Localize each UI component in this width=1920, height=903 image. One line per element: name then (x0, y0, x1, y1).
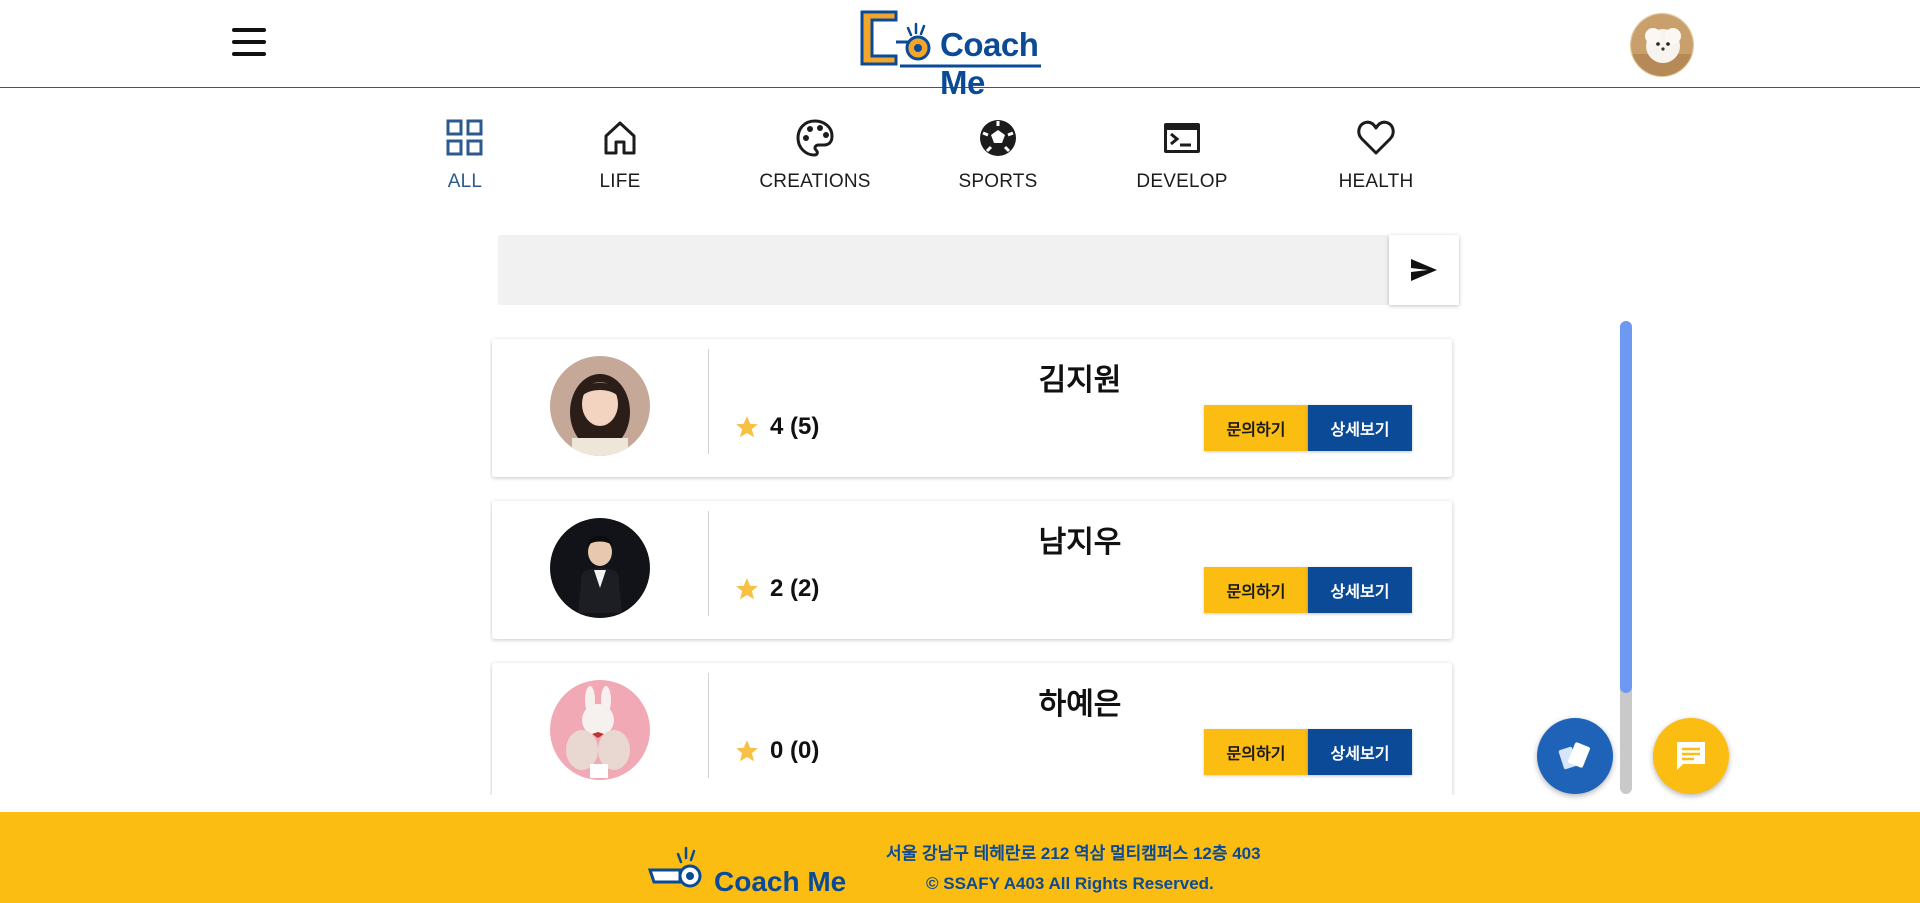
detail-button[interactable]: 상세보기 (1308, 729, 1412, 775)
coach-photo[interactable] (550, 680, 650, 780)
terminal-icon (1164, 123, 1200, 153)
inquiry-button[interactable]: 문의하기 (1204, 567, 1308, 613)
category-label: CREATIONS (759, 171, 871, 192)
rating-value: 0 (0) (770, 737, 820, 764)
coach-photo[interactable] (550, 356, 650, 456)
category-creations[interactable]: CREATIONS (740, 118, 890, 193)
top-header: Coach Me (0, 0, 1920, 101)
card-actions: 문의하기 상세보기 (1204, 567, 1412, 613)
coach-rating: 0 (0) (734, 737, 819, 765)
send-icon (1411, 259, 1437, 281)
category-label: LIFE (599, 171, 641, 192)
footer-copyright: © SSAFY A403 All Rights Reserved. (926, 874, 1214, 893)
whistle-icon (648, 846, 702, 888)
inquiry-button[interactable]: 문의하기 (1204, 405, 1308, 451)
card-actions: 문의하기 상세보기 (1204, 729, 1412, 775)
category-nav: ALL LIFE CREATIONS SPORTS DEVELOP HEALTH (440, 118, 1430, 198)
coach-list: 김지원 4 (5) 문의하기 상세보기 남지우 2 (2) 문의하기 상세보기 … (490, 335, 1460, 795)
category-label: HEALTH (1338, 171, 1414, 192)
send-button[interactable] (1389, 235, 1459, 305)
site-footer: Coach Me 서울 강남구 테헤란로 212 역삼 멀티캠퍼스 12층 40… (0, 812, 1920, 903)
detail-button[interactable]: 상세보기 (1308, 567, 1412, 613)
coach-photo[interactable] (550, 518, 650, 618)
chat-fab-button[interactable] (1653, 718, 1729, 794)
star-icon (736, 416, 758, 438)
coach-rating: 2 (2) (734, 575, 819, 603)
search-input[interactable] (498, 235, 1389, 305)
coach-name: 남지우 (1038, 526, 1122, 559)
coach-card: 하예은 0 (0) 문의하기 상세보기 (492, 663, 1452, 795)
card-actions: 문의하기 상세보기 (1204, 405, 1412, 451)
brand-name: Coach Me (940, 26, 1039, 101)
category-life[interactable]: LIFE (589, 118, 651, 193)
cards-icon (1558, 742, 1590, 770)
home-icon (604, 121, 636, 155)
rating-value: 4 (5) (770, 413, 820, 440)
soccer-ball-icon (980, 120, 1016, 156)
heart-icon (1357, 120, 1395, 155)
footer-address: 서울 강남구 테헤란로 212 역삼 멀티캠퍼스 12층 403 (886, 844, 1261, 863)
detail-button[interactable]: 상세보기 (1308, 405, 1412, 451)
category-sports[interactable]: SPORTS (948, 118, 1048, 193)
category-label: ALL (447, 171, 483, 192)
scrollbar-thumb[interactable] (1620, 321, 1632, 693)
category-develop[interactable]: DEVELOP (1132, 118, 1232, 193)
coach-name: 하예은 (1038, 688, 1122, 721)
hamburger-menu-icon[interactable] (230, 28, 268, 60)
palette-icon (796, 119, 834, 157)
grid-icon (446, 119, 483, 156)
footer-brand-name: Coach Me (714, 866, 847, 897)
brand-logo[interactable]: Coach Me (856, 6, 1046, 101)
list-scrollbar[interactable] (1620, 321, 1632, 794)
chat-icon (1677, 742, 1705, 770)
coach-rating: 4 (5) (734, 413, 819, 441)
search-bar (498, 235, 1459, 305)
rating-value: 2 (2) (770, 575, 820, 602)
footer-logo: Coach Me (648, 842, 848, 897)
category-all[interactable]: ALL (434, 118, 496, 193)
app-root: Coach Me ALL LIFE CREATIONS SPORTS DEVEL… (0, 0, 1920, 903)
category-label: DEVELOP (1136, 171, 1228, 192)
user-avatar[interactable] (1630, 13, 1694, 77)
cards-fab-button[interactable] (1537, 718, 1613, 794)
category-health[interactable]: HEALTH (1326, 118, 1426, 193)
inquiry-button[interactable]: 문의하기 (1204, 729, 1308, 775)
category-label: SPORTS (958, 171, 1038, 192)
star-icon (736, 740, 758, 762)
coach-card: 김지원 4 (5) 문의하기 상세보기 (492, 339, 1452, 477)
star-icon (736, 578, 758, 600)
coach-card: 남지우 2 (2) 문의하기 상세보기 (492, 501, 1452, 639)
coach-name: 김지원 (1038, 364, 1122, 397)
